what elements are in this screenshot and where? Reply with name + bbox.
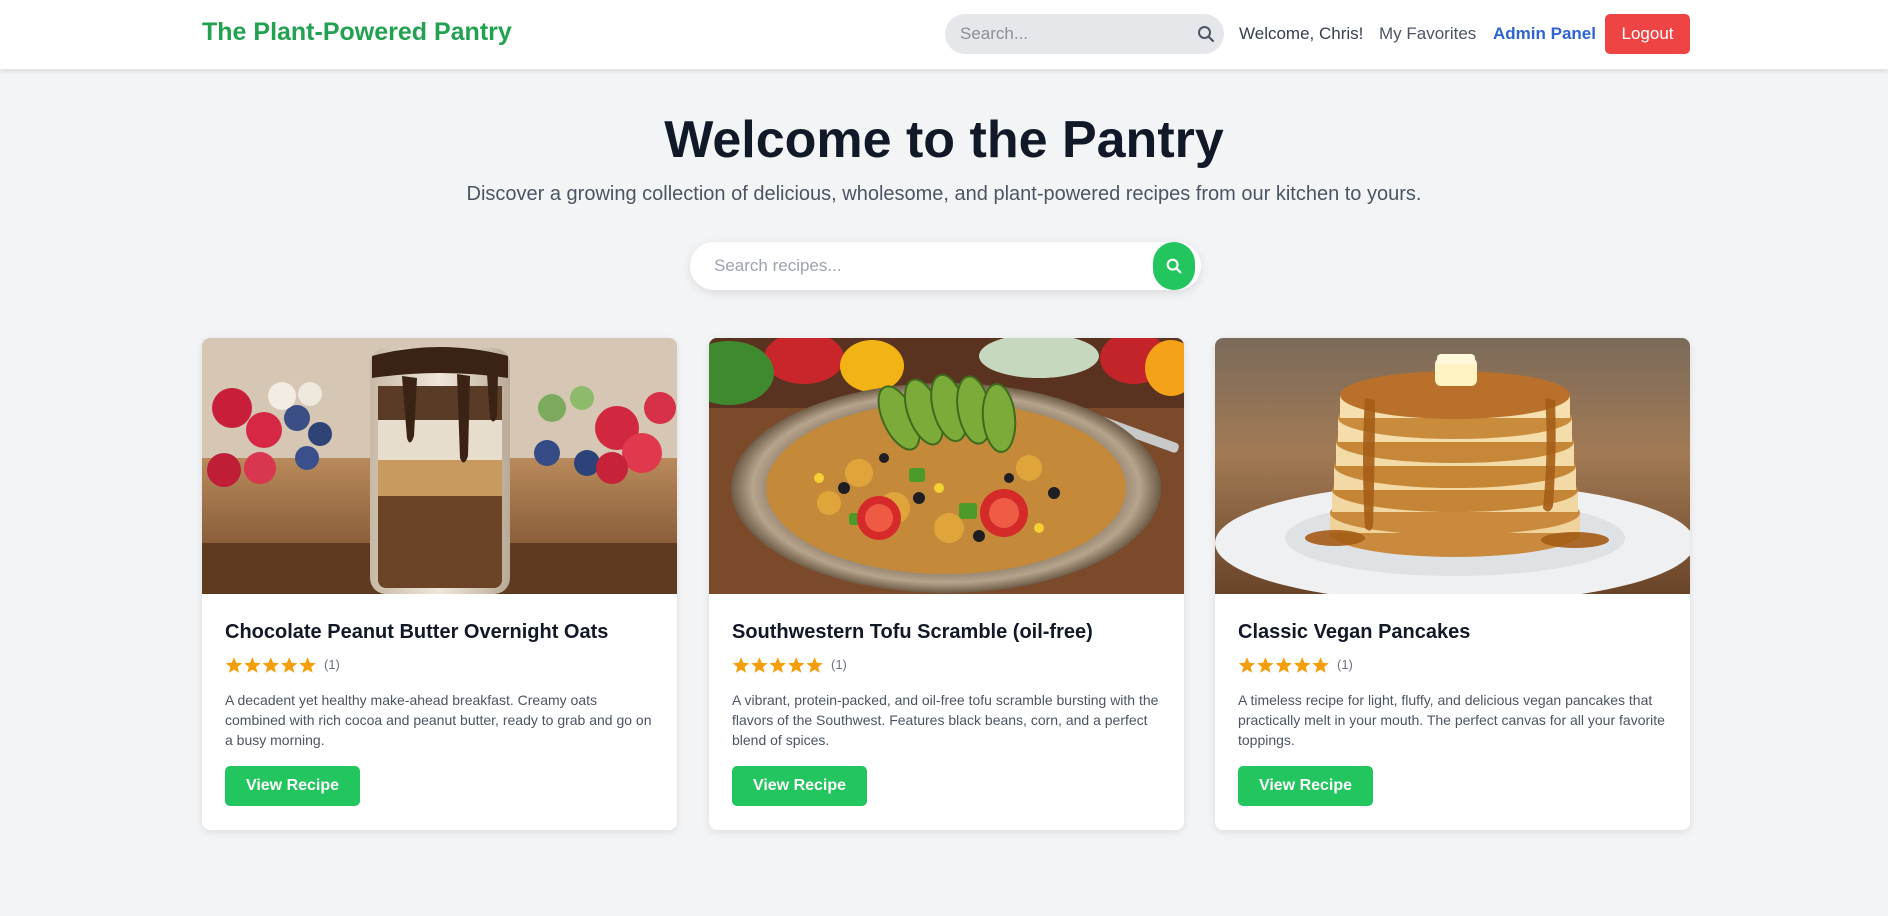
page-subtitle: Discover a growing collection of delicio… [466, 183, 1422, 205]
view-recipe-button[interactable]: View Recipe [1238, 766, 1373, 806]
recipe-search [690, 242, 1201, 290]
header-search-input[interactable] [945, 14, 1224, 54]
star-icon [281, 657, 298, 673]
recipe-description: A decadent yet healthy make-ahead breakf… [225, 692, 652, 748]
view-recipe-button[interactable]: View Recipe [732, 766, 867, 806]
recipe-card: Southwestern Tofu Scramble (oil-free) (1… [709, 338, 1184, 830]
star-rating-icons [225, 657, 316, 673]
recipe-image-vegan-pancakes[interactable] [1215, 338, 1690, 594]
header-search [945, 14, 1224, 54]
welcome-text: Welcome, Chris! [1239, 24, 1364, 43]
star-icon [299, 657, 316, 673]
star-icon [1238, 657, 1256, 673]
recipe-title[interactable]: Chocolate Peanut Butter Overnight Oats [225, 621, 665, 644]
view-recipe-button[interactable]: View Recipe [225, 766, 360, 806]
star-rating-icons [1238, 657, 1329, 673]
search-icon [1166, 258, 1182, 274]
recipe-description: A timeless recipe for light, fluffy, and… [1238, 692, 1665, 748]
site-header: The Plant-Powered Pantry Welcome, Chris!… [0, 0, 1888, 70]
recipe-card: Classic Vegan Pancakes (1) A timeless re… [1215, 338, 1690, 830]
my-favorites-link[interactable]: My Favorites [1379, 24, 1476, 44]
recipe-title[interactable]: Southwestern Tofu Scramble (oil-free) [732, 621, 1172, 644]
recipe-image-tofu-scramble[interactable] [709, 338, 1184, 594]
star-icon [262, 657, 279, 673]
star-icon [1257, 657, 1274, 673]
recipe-search-button[interactable] [1153, 242, 1195, 290]
star-icon [751, 657, 768, 673]
star-icon [1312, 657, 1329, 673]
star-icon [788, 657, 805, 673]
star-icon [769, 657, 786, 673]
star-icon [732, 657, 750, 673]
star-icon [806, 657, 823, 673]
brand-logo[interactable]: The Plant-Powered Pantry [202, 18, 512, 47]
recipe-card: Chocolate Peanut Butter Overnight Oats (… [202, 338, 677, 830]
rating-count: (1) [831, 657, 847, 672]
rating-count: (1) [1337, 657, 1353, 672]
rating-count: (1) [324, 657, 340, 672]
recipe-search-input[interactable] [690, 242, 1201, 290]
recipe-title[interactable]: Classic Vegan Pancakes [1238, 621, 1678, 644]
star-icon [1275, 657, 1292, 673]
recipe-description: A vibrant, protein-packed, and oil-free … [732, 692, 1159, 748]
star-icon [244, 657, 261, 673]
recipe-image-overnight-oats[interactable] [202, 338, 677, 594]
star-icon [225, 657, 243, 673]
search-icon[interactable] [1196, 24, 1216, 44]
page-title: Welcome to the Pantry [664, 111, 1224, 169]
logout-button[interactable]: Logout [1605, 14, 1690, 54]
star-rating-icons [732, 657, 823, 673]
star-icon [1294, 657, 1311, 673]
admin-panel-link[interactable]: Admin Panel [1493, 24, 1596, 44]
